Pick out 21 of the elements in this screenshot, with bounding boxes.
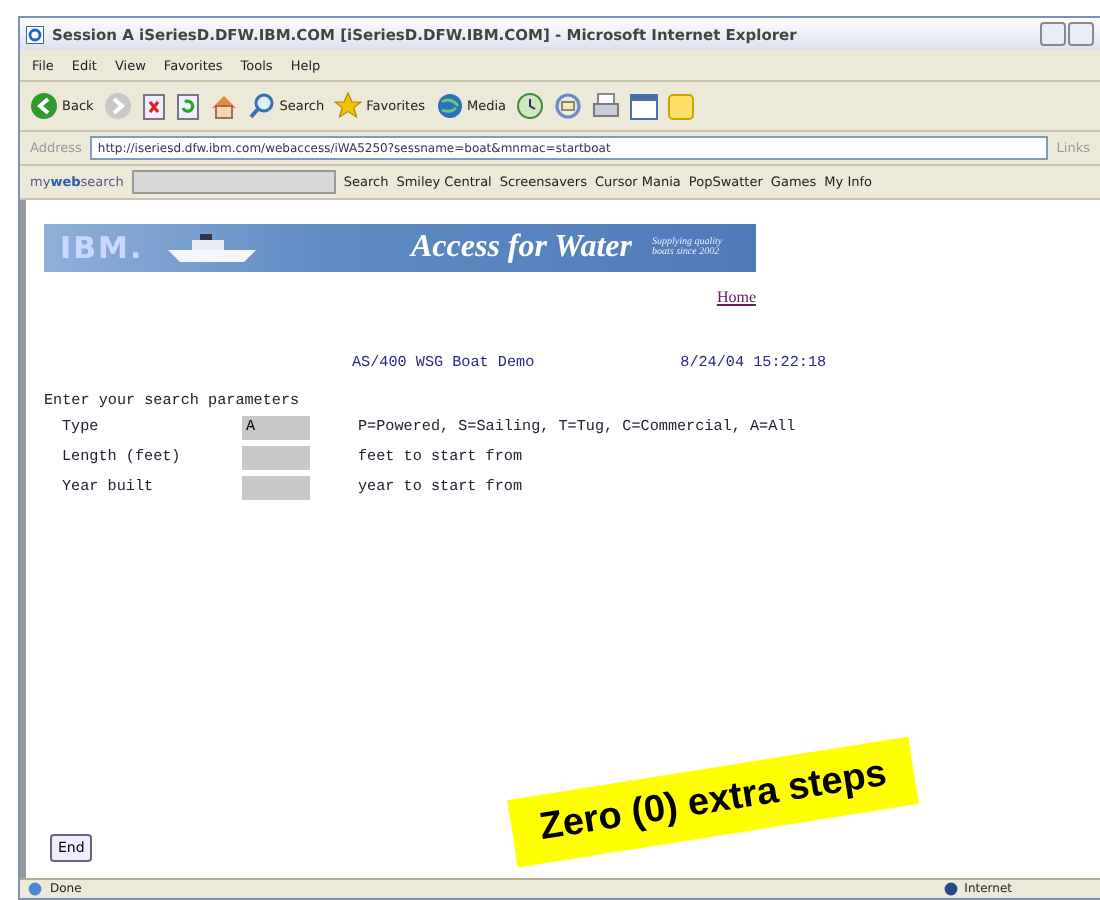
minimize-button[interactable] [1040,22,1066,46]
maximize-button[interactable] [1068,22,1094,46]
toolbar-button[interactable] [630,93,659,119]
banner-title: Access for Water [410,230,632,266]
printer-icon [592,92,621,120]
toolbar-button[interactable] [592,92,621,120]
input-field[interactable] [242,446,310,470]
input-field[interactable] [242,476,310,500]
websearch-field[interactable] [131,170,336,194]
stop-icon [141,93,166,119]
refresh-icon [175,93,200,119]
toolbar-button[interactable] [516,92,545,120]
search-icon [247,92,276,120]
star-icon [334,92,363,120]
home-link[interactable]: Home [716,288,756,306]
house-icon [209,93,238,119]
browser-icon [26,25,44,43]
window-icon [630,93,659,119]
clock-icon [516,92,545,120]
logo: IBM. [60,230,144,266]
note-icon [668,93,695,119]
